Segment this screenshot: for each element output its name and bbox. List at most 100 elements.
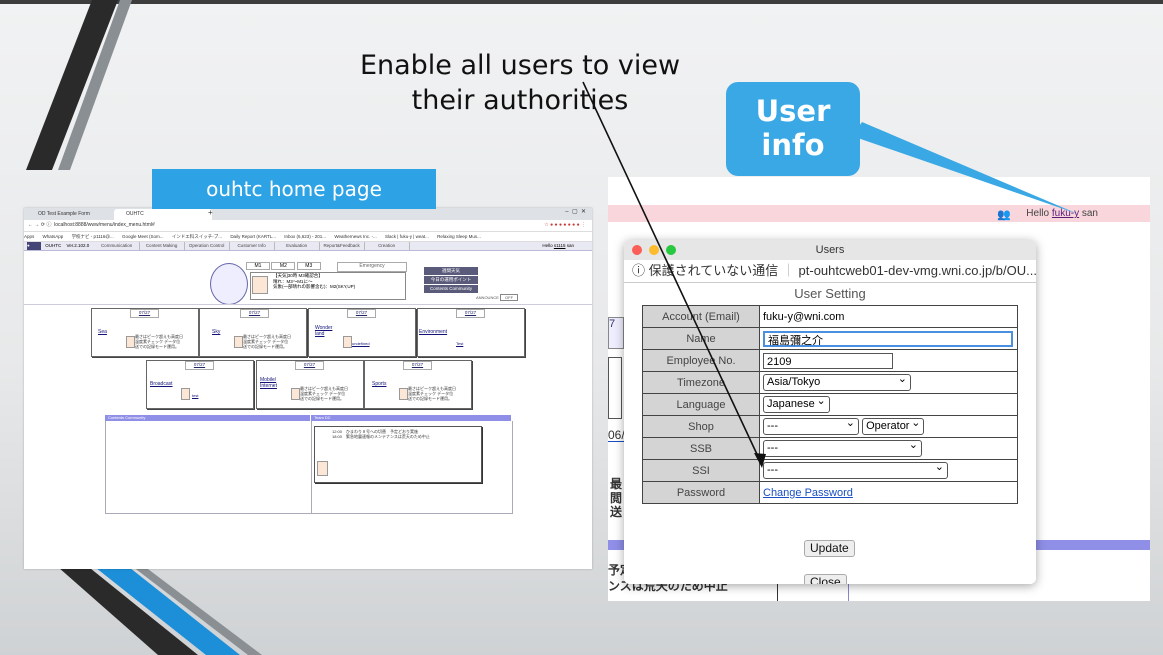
update-button[interactable]: Update (804, 540, 855, 557)
address-separator: ｜ (781, 263, 795, 278)
browser-tab-strip: OD Test Example Form OUHTC + – ▢ ✕ (24, 208, 592, 220)
bookmark-item[interactable]: Relaxing Sleep Mus... (437, 234, 481, 239)
user-link[interactable]: fuku-y (1052, 208, 1079, 219)
shop-row: Shop --- Operator (642, 415, 1018, 438)
nav-creation[interactable]: Creation (365, 242, 410, 250)
maximize-dot-icon[interactable] (666, 245, 676, 255)
extension-icons: ☆ ● ● ● ● ● ● ● ⋮ (544, 222, 586, 228)
card-date[interactable]: 07/27 (130, 309, 159, 318)
nav-arrows-icon[interactable]: ← → ⟳ ⓘ (28, 222, 53, 228)
card-date[interactable]: 07/27 (456, 309, 485, 318)
bg-left-tab: 7 (608, 317, 624, 349)
site-hello-suffix: san (566, 243, 574, 248)
m-tab-2[interactable]: M2 (271, 262, 296, 270)
timezone-select[interactable]: Asia/Tokyo (763, 372, 911, 391)
minimize-dot-icon[interactable] (649, 245, 659, 255)
team-dc-avatar (317, 461, 328, 476)
nav-customer-info[interactable]: Customer Info (230, 242, 275, 250)
card-date[interactable]: 07/27 (347, 309, 376, 318)
close-button[interactable]: Close (804, 574, 847, 584)
browser-url-bar[interactable]: ← → ⟳ ⓘ localhost:8888/www/menu/index_me… (24, 220, 592, 232)
nav-report-feedback[interactable]: Report&Feedback (320, 242, 365, 250)
m-tab-1[interactable]: M1 (246, 262, 270, 270)
address-bar[interactable]: ⓘ 保護されていない通信 ｜ pt-ouhtcweb01-dev-vmg.wni… (624, 260, 1036, 283)
nav-operation-control[interactable]: Operation Control (185, 242, 230, 250)
category-card-broadcast[interactable]: Broadcast 07/27 test (146, 360, 254, 409)
name-field[interactable]: 福島彌之介 (763, 330, 1013, 347)
emergency-button[interactable]: Emergency (337, 262, 407, 272)
ssb-select[interactable]: --- (763, 438, 922, 457)
employee-label: Employee No. (642, 349, 760, 372)
header-note-line: 気象(一部晴れの影響含む)：M2(SKY,UP) (273, 284, 356, 289)
shop-select[interactable]: --- (763, 416, 859, 435)
language-label: Language (642, 393, 760, 416)
bookmark-item[interactable]: Inbox (6,623) - 201... (284, 234, 326, 239)
new-tab-icon[interactable]: + (208, 208, 213, 217)
site-mascot-image (210, 263, 248, 305)
ssb-row: SSB --- (642, 437, 1018, 460)
bookmark-item[interactable]: Google Meet (Som... (122, 234, 164, 239)
ssi-select[interactable]: --- (763, 460, 948, 479)
m-tab-3[interactable]: M3 (296, 262, 321, 270)
shop-role-select[interactable]: Operator (862, 416, 925, 435)
category-card-environment[interactable]: Environment 07/27 Test (417, 308, 525, 357)
card-name: Sky (212, 329, 221, 335)
card-date[interactable]: 07/27 (403, 361, 432, 370)
announce-value: OFF (500, 294, 519, 301)
site-hello-user[interactable]: s1115 (554, 243, 566, 248)
card-sub[interactable]: undefined (352, 341, 370, 346)
header-buttons: 週間天気 今日の運用ポイント Contents Community (424, 267, 478, 293)
bookmark-item[interactable]: 学校ナビ - p1116@... (72, 234, 114, 239)
name-row: Name 福島彌之介 (642, 327, 1018, 350)
bookmark-item[interactable]: Slack | fuku-y | weat... (385, 234, 429, 239)
nav-content-making[interactable]: Content Making (140, 242, 185, 250)
browser-tab-2[interactable]: OUHTC (114, 209, 212, 220)
window-controls-icon[interactable]: – ▢ ✕ (565, 208, 586, 215)
weekly-weather-button[interactable]: 週間天気 (424, 267, 478, 275)
bg-date-fragment: 06/ (608, 428, 625, 442)
site-nav-bar: ● OUHTC Ver.2.102.0 Communication Content… (24, 242, 592, 251)
password-label: Password (642, 481, 760, 504)
close-dot-icon[interactable] (632, 245, 642, 255)
bookmark-item[interactable]: Weathernews Inc. -... (334, 234, 376, 239)
nav-evaluation[interactable]: Evaluation (275, 242, 320, 250)
category-card-sports[interactable]: Sports 07/27 最さはピーク超えも高度日 温度素チェック データ位 送… (364, 360, 472, 409)
bookmark-item[interactable]: Daily Report (KARTL... (230, 234, 276, 239)
card-name: Sea (98, 329, 107, 335)
today-point-button[interactable]: 今日の運用ポイント (424, 276, 478, 284)
category-card-sky[interactable]: Sky 07/27 最さはピーク超えも高度日 温度素チェック データ位 送での記… (199, 308, 307, 357)
employee-field[interactable]: 2109 (763, 352, 893, 369)
browser-tab-1-label: OD Test Example Form (38, 211, 90, 217)
card-date[interactable]: 07/27 (295, 361, 324, 370)
card-text: 最さはピーク超えも高度日 温度素チェック データ位 送での記録モード運用。 (300, 386, 348, 401)
card-avatar (181, 388, 190, 400)
bookmark-item[interactable]: Apps (24, 234, 34, 239)
category-card-wonderland[interactable]: Wonder land 07/27 undefined (308, 308, 416, 357)
card-date[interactable]: 07/27 (240, 309, 269, 318)
card-avatar (126, 336, 135, 348)
hello-label: Hello (1026, 208, 1050, 219)
home-page-screenshot: OD Test Example Form OUHTC + – ▢ ✕ ← → ⟳… (24, 208, 592, 569)
card-date[interactable]: 07/27 (185, 361, 214, 370)
security-label: 保護されていない通信 (648, 263, 779, 278)
bg-tab-frame (608, 357, 622, 419)
change-password-link[interactable]: Change Password (763, 487, 853, 499)
team-dc-card: 12:00 ひまわり８号への切替 予定どおり実施 18:00 緊急地震速報のメン… (314, 426, 482, 483)
contents-community-button[interactable]: Contents Community (424, 285, 478, 293)
users-popup-window: Users ⓘ 保護されていない通信 ｜ pt-ouhtcweb01-dev-v… (624, 240, 1036, 584)
card-sub[interactable]: Test (456, 341, 463, 346)
card-sub[interactable]: test (192, 393, 198, 398)
browser-tab-1[interactable]: OD Test Example Form (26, 209, 124, 220)
callout-line-1: User (755, 94, 831, 128)
bg-blue-line (848, 582, 849, 601)
bookmark-item[interactable]: WhatsApp (43, 234, 64, 239)
announce-toggle[interactable]: ANNOUNCE OFF (476, 294, 519, 301)
site-name: OUHTC (45, 243, 62, 248)
bookmark-item[interactable]: インドエ科スイッチ-ブ... (172, 234, 222, 239)
category-card-mobile-internet[interactable]: Mobile/ Internet 07/27 最さはピーク超えも高度日 温度素チ… (256, 360, 364, 409)
category-card-sea[interactable]: Sea 07/27 最さはピーク超えも高度日 温度素チェック データ位 送での記… (91, 308, 199, 357)
nav-communication[interactable]: Communication (95, 242, 140, 250)
card-avatar (291, 388, 300, 400)
language-select[interactable]: Japanese (763, 394, 830, 413)
header-note: 【天気]30時 M3確認合】 晴れ：M3～M1に～ 気象(一部晴れの影響含む)：… (250, 272, 406, 300)
